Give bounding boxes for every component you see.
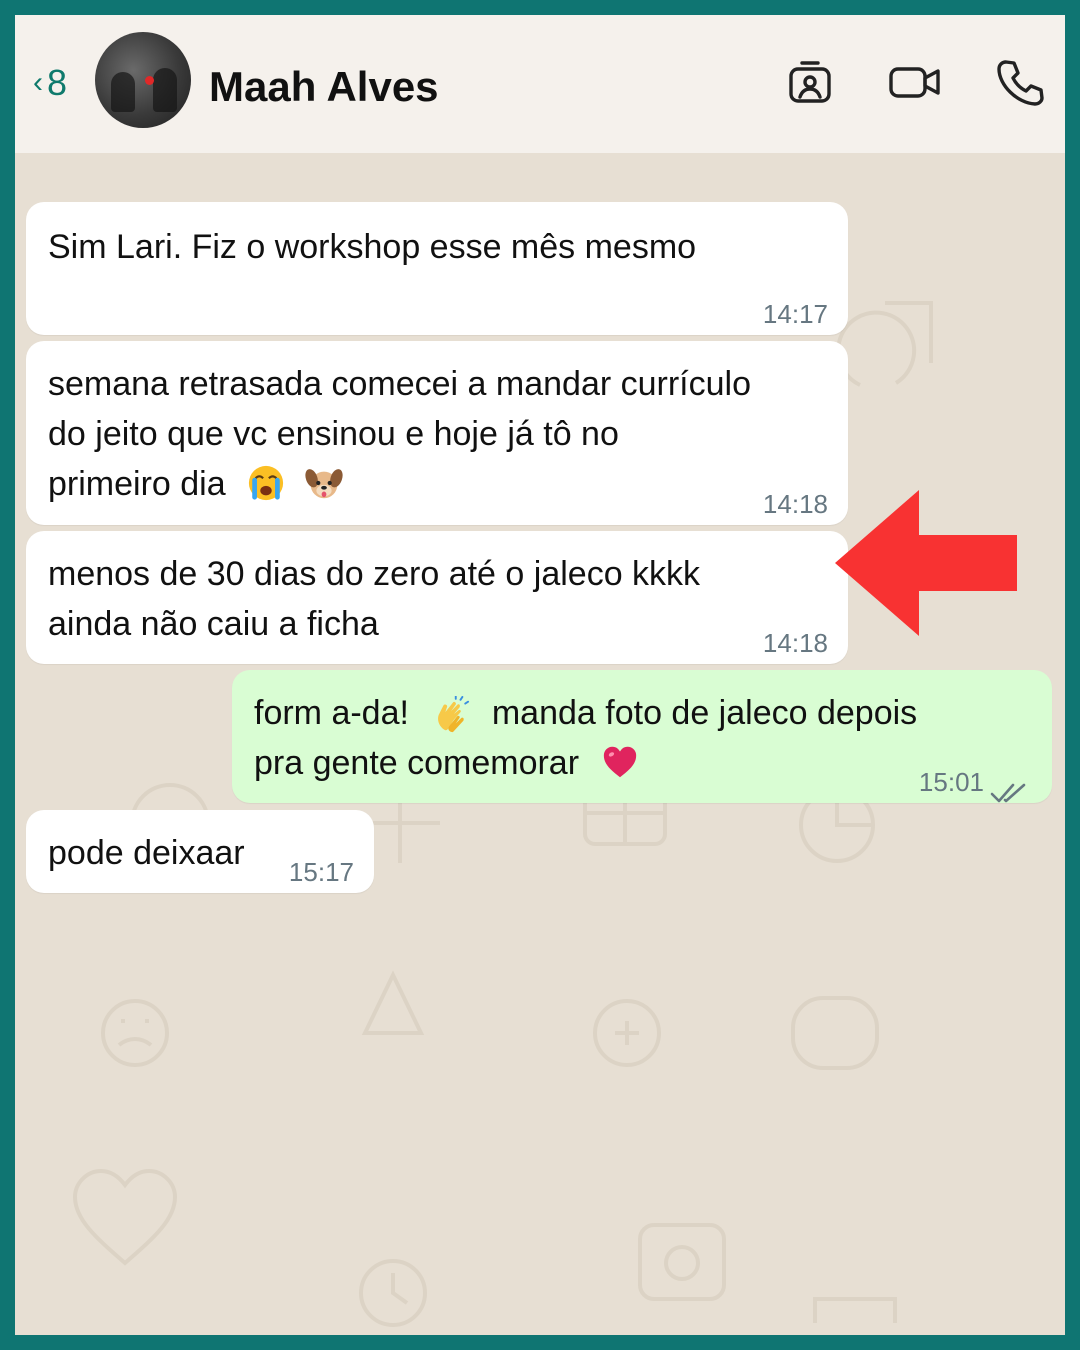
double-check-icon [990,769,1030,803]
message-time: 14:17 [762,299,828,329]
clapping-hands-emoji [432,695,470,734]
avatar[interactable] [95,32,191,128]
red-heart-emoji [601,743,639,781]
contact-card-icon[interactable] [785,57,835,107]
message-bubble-incoming[interactable]: Sim Lari. Fiz o workshop esse mês mesmo … [26,202,848,335]
message-bubble-incoming[interactable]: pode deixaar 15:17 [26,810,374,893]
message-bubble-outgoing[interactable]: form a-da! manda foto de jaleco depois p… [232,670,1052,803]
message-time: 14:18 [762,489,828,519]
back-button[interactable]: ‹ 8 [33,65,67,101]
chat-window: ‹ 8 Maah Alves Sim Lari. Fiz o workshop … [15,15,1065,1335]
message-bubble-incoming[interactable]: semana retrasada comecei a mandar curríc… [26,341,848,525]
red-arrow-annotation [835,490,1017,636]
dog-face-emoji [304,464,343,502]
message-text: semana retrasada comecei a mandar curríc… [48,365,751,503]
message-bubble-incoming[interactable]: menos de 30 dias do zero até o jaleco kk… [26,531,848,664]
message-text: pode deixaar [48,834,245,872]
message-time: 14:18 [762,628,828,658]
message-text: form a-da! manda foto de jaleco depois p… [254,694,918,782]
unread-count: 8 [47,62,68,103]
message-time: 15:01 [918,767,984,797]
chat-header: ‹ 8 Maah Alves [15,15,1065,153]
phone-icon[interactable] [995,57,1045,107]
contact-name[interactable]: Maah Alves [209,63,439,111]
chevron-left-icon: ‹ [33,66,43,99]
video-call-icon[interactable] [887,57,943,107]
message-list[interactable]: Sim Lari. Fiz o workshop esse mês mesmo … [15,153,1065,1335]
message-text: menos de 30 dias do zero até o jaleco kk… [48,555,701,643]
crying-face-emoji [247,464,285,502]
message-time: 15:17 [288,857,354,887]
message-text: Sim Lari. Fiz o workshop esse mês mesmo [48,228,697,266]
